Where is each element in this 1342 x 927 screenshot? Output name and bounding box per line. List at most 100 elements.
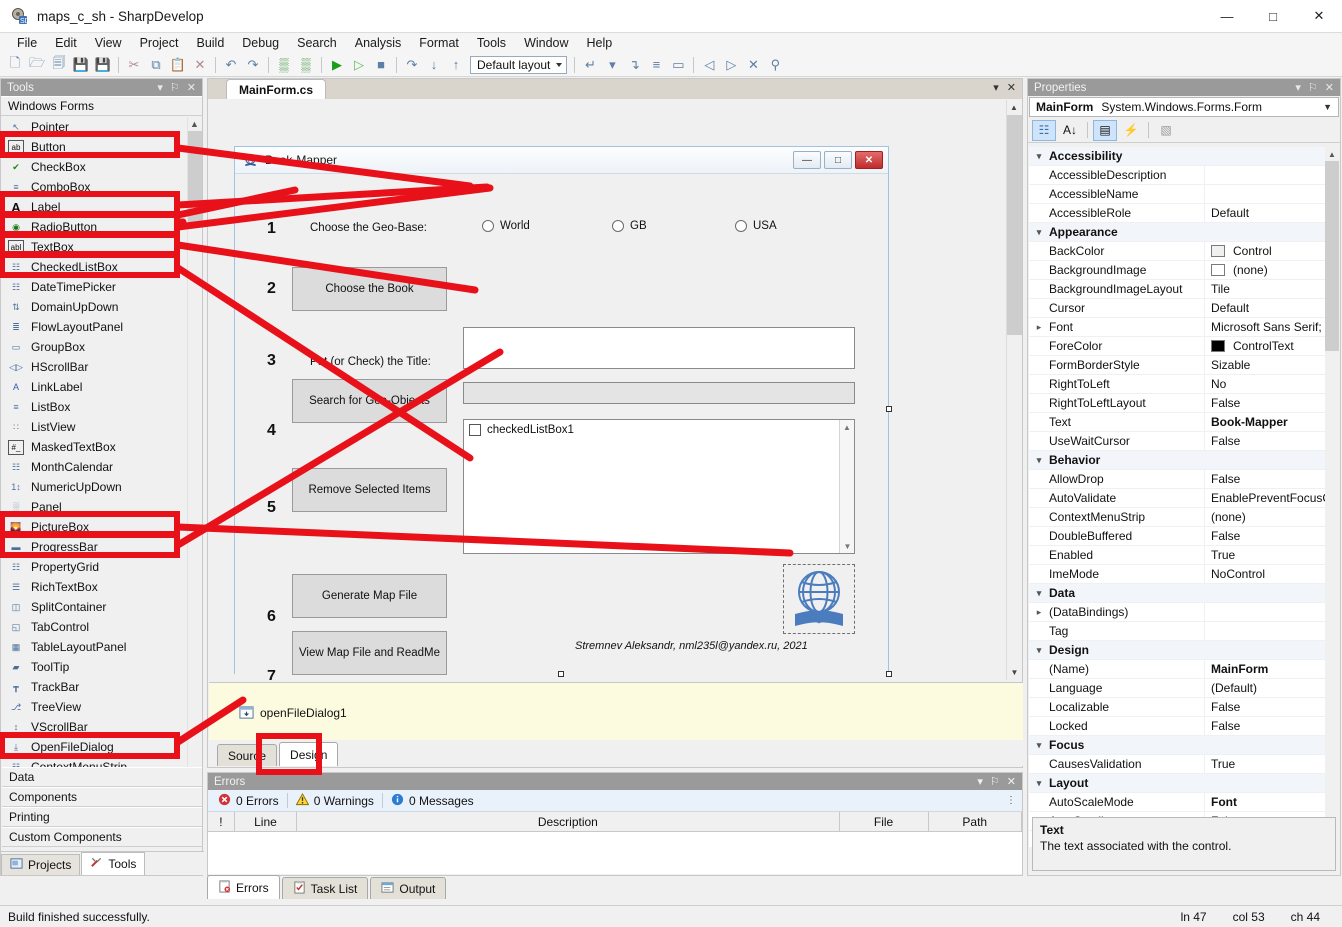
clear-bookmarks-icon[interactable]: ✕ (742, 54, 764, 76)
category-collapse-icon[interactable]: ▾ (1029, 778, 1049, 789)
property-grid-scrollbar[interactable]: ▲ ▼ (1325, 147, 1339, 847)
property-row-autovalidate[interactable]: AutoValidate EnablePreventFocusC (1029, 489, 1327, 508)
panel-close-icon[interactable]: ✕ (1007, 775, 1016, 788)
checkbox-icon[interactable] (469, 424, 481, 436)
property-value-cell[interactable] (1204, 185, 1327, 203)
form-resize-handle-bottom[interactable] (558, 671, 564, 677)
tray-item-openfiledialog1[interactable]: openFileDialog1 (209, 683, 1023, 720)
checkedlistbox-scrollbar[interactable]: ▲ ▼ (839, 420, 854, 553)
property-category-focus[interactable]: ▾ Focus (1029, 736, 1327, 755)
scroll-up-icon[interactable]: ▲ (1007, 100, 1021, 115)
toolbox-item-propertygrid[interactable]: ☷ PropertyGrid (2, 557, 190, 577)
property-value-cell[interactable]: (Default) (1204, 679, 1327, 697)
toolbox-item-progressbar[interactable]: ▬ ProgressBar (2, 537, 190, 557)
property-value-cell[interactable]: False (1204, 432, 1327, 450)
comment-icon[interactable]: ↵ (579, 54, 601, 76)
toolbox-item-radiobutton[interactable]: ◉ RadioButton (2, 217, 190, 237)
cut-icon[interactable]: ✂ (123, 54, 145, 76)
bottom-tab-errors[interactable]: Errors (207, 875, 280, 899)
redo-icon[interactable]: ↷ (242, 54, 264, 76)
form-maximize-button[interactable]: □ (824, 151, 852, 169)
save-icon[interactable]: 💾 (70, 54, 92, 76)
build-icon[interactable]: ▒ (273, 54, 295, 76)
close-button[interactable]: ✕ (1296, 0, 1342, 32)
tab-mainform-cs[interactable]: MainForm.cs (226, 79, 327, 99)
scrollbar-thumb[interactable] (1007, 115, 1022, 335)
panel-tab-tools[interactable]: Tools (81, 852, 146, 875)
menu-item-file[interactable]: File (8, 34, 46, 52)
toolbox-item-pointer[interactable]: ↖ Pointer (2, 117, 190, 137)
errors-column-description[interactable]: Description (297, 812, 840, 831)
property-value-cell[interactable]: Default (1204, 299, 1327, 317)
button-remove-selected-items[interactable]: Remove Selected Items (292, 468, 447, 512)
property-value-cell[interactable] (1204, 166, 1327, 184)
toolbox-item-checkedlistbox[interactable]: ☷ CheckedListBox (2, 257, 190, 277)
property-category-accessibility[interactable]: ▾ Accessibility (1029, 147, 1327, 166)
property-value-cell[interactable]: Microsoft Sans Serif; 8 (1204, 318, 1327, 336)
property-category-appearance[interactable]: ▾ Appearance (1029, 223, 1327, 242)
button-view-map-file-and-readme[interactable]: View Map File and ReadMe (292, 631, 447, 675)
toolbox-item-tooltip[interactable]: ▰ ToolTip (2, 657, 190, 677)
property-row-causesvalidation[interactable]: CausesValidation True (1029, 755, 1327, 774)
button-generate-map-file[interactable]: Generate Map File (292, 574, 447, 618)
toolbox-item-listview[interactable]: ∷ ListView (2, 417, 190, 437)
run-icon[interactable]: ▶ (326, 54, 348, 76)
textbox-title[interactable] (463, 327, 855, 369)
form-resize-handle-right[interactable] (886, 406, 892, 412)
toolbox-item-treeview[interactable]: ⎇ TreeView (2, 697, 190, 717)
property-row-backgroundimage[interactable]: BackgroundImage (none) (1029, 261, 1327, 280)
category-collapse-icon[interactable]: ▾ (1029, 151, 1049, 162)
menu-item-search[interactable]: Search (288, 34, 346, 52)
toolbox-item-tabcontrol[interactable]: ◱ TabControl (2, 617, 190, 637)
toolbox-group-data[interactable]: Data (2, 767, 202, 787)
panel-dropdown-icon[interactable]: ▾ (977, 775, 983, 788)
property-value-cell[interactable]: EnablePreventFocusC (1204, 489, 1327, 507)
save-all-icon[interactable]: 🗐 (48, 54, 70, 76)
toolbox-item-button[interactable]: ab Button (2, 137, 190, 157)
toolbox-item-picturebox[interactable]: 🌄 PictureBox (2, 517, 190, 537)
properties-button[interactable]: ▤ (1093, 119, 1117, 141)
errors-column-path[interactable]: Path (929, 812, 1022, 831)
toolbox-item-maskedtextbox[interactable]: #_ MaskedTextBox (2, 437, 190, 457)
events-button[interactable]: ⚡ (1119, 120, 1143, 141)
property-value-cell[interactable]: Default (1204, 204, 1327, 222)
toolbox-item-trackbar[interactable]: ┳ TrackBar (2, 677, 190, 697)
property-value-cell[interactable]: Tile (1204, 280, 1327, 298)
property-grid[interactable]: ▾ Accessibility AccessibleDescription Acces… (1029, 147, 1327, 847)
errors-column-file[interactable]: File (840, 812, 929, 831)
property-value-cell[interactable]: Book-Mapper (1204, 413, 1327, 431)
button-search-for-geo-objects[interactable]: Search for Geo-Objects (292, 379, 447, 423)
property-row-enabled[interactable]: Enabled True (1029, 546, 1327, 565)
doc-dropdown-icon[interactable]: ▾ (993, 81, 999, 94)
stop-icon[interactable]: ■ (370, 54, 392, 76)
property-expand-icon[interactable]: ▸ (1029, 322, 1049, 333)
property-value-cell[interactable]: (none) (1204, 508, 1327, 526)
property-category-behavior[interactable]: ▾ Behavior (1029, 451, 1327, 470)
category-collapse-icon[interactable]: ▾ (1029, 227, 1049, 238)
radio-world[interactable]: World (482, 220, 530, 232)
save-as-icon[interactable]: 💾 (92, 54, 114, 76)
property-value-cell[interactable]: False (1204, 527, 1327, 545)
property-row-text[interactable]: Text Book-Mapper (1029, 413, 1327, 432)
property-value-cell[interactable]: (none) (1204, 261, 1327, 279)
property-row-usewaitcursor[interactable]: UseWaitCursor False (1029, 432, 1327, 451)
form-resize-handle-corner[interactable] (886, 671, 892, 677)
property-category-data[interactable]: ▾ Data (1029, 584, 1327, 603)
scroll-up-icon[interactable]: ▲ (840, 420, 854, 434)
property-row-tag[interactable]: Tag (1029, 622, 1327, 641)
scroll-up-icon[interactable]: ▲ (1325, 147, 1339, 161)
search-icon[interactable]: ⚲ (764, 54, 786, 76)
property-row-name[interactable]: (Name) MainForm (1029, 660, 1327, 679)
panel-dropdown-icon[interactable]: ▾ (1295, 81, 1301, 94)
toolbox-item-panel[interactable]: ░ Panel (2, 497, 190, 517)
book-mapper-form[interactable]: Book-Mapper — □ ✕ 1 2 3 4 5 6 7 Choose t… (234, 146, 889, 680)
toolbox-item-listbox[interactable]: ≡ ListBox (2, 397, 190, 417)
design-vertical-scrollbar[interactable]: ▲ ▼ (1006, 100, 1022, 680)
menu-item-build[interactable]: Build (187, 34, 233, 52)
scrollbar-thumb[interactable] (1325, 161, 1339, 351)
view-tab-source[interactable]: Source (217, 744, 278, 766)
toolbox-group-custom-components[interactable]: Custom Components (2, 827, 202, 847)
property-value-cell[interactable]: Sizable (1204, 356, 1327, 374)
undo-icon[interactable]: ↶ (220, 54, 242, 76)
category-collapse-icon[interactable]: ▾ (1029, 740, 1049, 751)
